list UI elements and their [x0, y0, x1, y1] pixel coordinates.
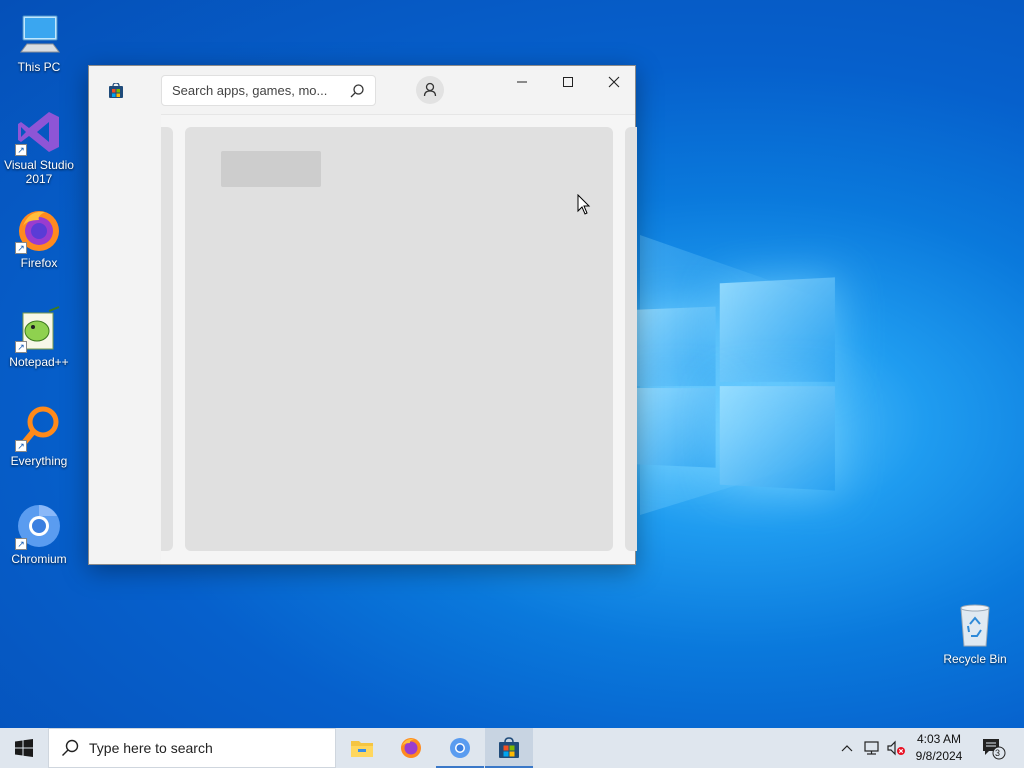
desktop-icon-label: Recycle Bin	[937, 652, 1013, 666]
desktop-icon-firefox[interactable]: ↗ Firefox	[1, 206, 77, 270]
desktop-icon-label: Chromium	[1, 552, 77, 566]
desktop-icon-label: Everything	[1, 454, 77, 468]
desktop-icon-label: This PC	[1, 60, 77, 74]
everything-search-icon: ↗	[15, 404, 63, 452]
desktop-icon-this-pc[interactable]: This PC	[1, 10, 77, 74]
taskbar-store[interactable]	[485, 728, 533, 768]
shortcut-arrow-icon: ↗	[15, 242, 27, 254]
store-icon	[108, 83, 124, 99]
account-avatar-button[interactable]	[416, 76, 444, 104]
desktop-icon-chromium[interactable]: ↗ Chromium	[1, 502, 77, 566]
file-explorer-icon	[350, 737, 374, 759]
search-icon	[61, 739, 79, 757]
chevron-up-icon	[841, 744, 853, 752]
taskbar: Type here to search 4:03 AM 9/8/2024 3	[0, 728, 1024, 768]
notification-count-badge: 3	[995, 748, 1000, 758]
taskbar-search-box[interactable]: Type here to search	[48, 728, 336, 768]
desktop-icon-notepadpp[interactable]: ↗ Notepad++	[1, 305, 77, 369]
notepadpp-icon: ↗	[15, 305, 63, 353]
start-button[interactable]	[0, 728, 48, 768]
store-search-input[interactable]	[172, 83, 342, 98]
close-button[interactable]	[591, 66, 637, 98]
store-window[interactable]	[88, 65, 636, 565]
shortcut-arrow-icon: ↗	[15, 538, 27, 550]
show-hidden-icons-button[interactable]	[837, 728, 857, 768]
computer-icon	[15, 10, 63, 58]
clock-time: 4:03 AM	[906, 731, 972, 748]
maximize-button[interactable]	[545, 66, 591, 98]
clock-date: 9/8/2024	[906, 748, 972, 765]
action-center-button[interactable]: 3	[978, 728, 1008, 768]
visual-studio-icon: ↗	[15, 108, 63, 156]
taskbar-search-placeholder: Type here to search	[89, 740, 213, 756]
windows-start-icon	[15, 739, 33, 757]
person-icon	[416, 76, 444, 104]
network-button[interactable]	[860, 728, 884, 768]
volume-muted-icon	[886, 740, 906, 756]
taskbar-file-explorer[interactable]	[338, 728, 386, 768]
desktop-icon-label: Notepad++	[1, 355, 77, 369]
close-icon	[608, 76, 620, 88]
firefox-icon: ↗	[15, 206, 63, 254]
mouse-cursor-icon	[577, 194, 591, 221]
taskbar-clock[interactable]: 4:03 AM 9/8/2024	[906, 731, 972, 765]
desktop-icon-visual-studio[interactable]: ↗ Visual Studio 2017	[1, 108, 77, 186]
chromium-icon: ↗	[15, 502, 63, 550]
firefox-icon	[399, 736, 423, 760]
search-icon[interactable]	[349, 83, 365, 99]
store-search-box[interactable]	[161, 75, 376, 106]
store-icon	[498, 737, 520, 759]
wallpaper-windows-logo	[630, 277, 835, 490]
minimize-icon	[516, 76, 528, 88]
carousel-card-loading[interactable]	[185, 127, 613, 551]
taskbar-chromium[interactable]	[436, 728, 484, 768]
shortcut-arrow-icon: ↗	[15, 440, 27, 452]
desktop-icon-label: Visual Studio 2017	[1, 158, 77, 186]
carousel-card-previous[interactable]	[161, 127, 173, 551]
network-icon	[863, 740, 881, 756]
shortcut-arrow-icon: ↗	[15, 144, 27, 156]
maximize-icon	[562, 76, 574, 88]
loading-placeholder	[221, 151, 321, 187]
desktop-icon-everything[interactable]: ↗ Everything	[1, 404, 77, 468]
store-content-area	[161, 114, 635, 564]
notification-icon	[980, 736, 1006, 760]
volume-button[interactable]	[884, 728, 908, 768]
carousel-card-next[interactable]	[625, 127, 637, 551]
desktop-icon-recycle-bin[interactable]: Recycle Bin	[937, 602, 1013, 666]
desktop-icon-label: Firefox	[1, 256, 77, 270]
recycle-bin-icon	[951, 602, 999, 650]
window-titlebar[interactable]	[89, 66, 635, 114]
taskbar-firefox[interactable]	[387, 728, 435, 768]
minimize-button[interactable]	[499, 66, 545, 98]
shortcut-arrow-icon: ↗	[15, 341, 27, 353]
chromium-icon	[448, 736, 472, 760]
